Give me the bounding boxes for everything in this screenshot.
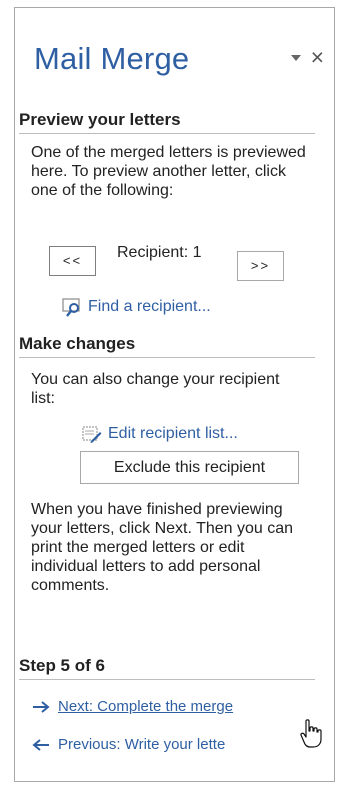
find-recipient-icon	[62, 298, 80, 317]
arrow-right-icon	[33, 700, 50, 713]
pane-title: Mail Merge	[34, 41, 190, 76]
edit-list-icon	[82, 426, 102, 443]
hand-cursor-icon	[300, 719, 322, 748]
pane-controls: ×	[289, 46, 324, 69]
step-heading: Step 5 of 6	[19, 656, 315, 680]
arrow-left-icon	[32, 738, 49, 751]
changes-description: You can also change your recipient list:	[31, 371, 280, 407]
close-icon[interactable]: ×	[311, 46, 324, 69]
next-step-label: Next: Complete the merge	[58, 698, 234, 715]
finish-instructions: When you have finished previewing your l…	[31, 501, 294, 594]
preview-description: One of the merged letters is previewed h…	[31, 144, 306, 199]
previous-recipient-button[interactable]: <<	[49, 246, 96, 276]
previous-step-link[interactable]: Previous: Write your lette	[32, 736, 225, 753]
previous-step-label: Previous: Write your lette	[58, 736, 226, 753]
edit-recipient-list-label: Edit recipient list...	[108, 425, 238, 442]
next-recipient-button[interactable]: >>	[237, 251, 284, 281]
recipient-label: Recipient: 1	[117, 244, 202, 261]
find-recipient-link[interactable]: Find a recipient...	[62, 297, 211, 317]
next-step-link[interactable]: Next: Complete the merge	[32, 698, 233, 715]
find-recipient-label: Find a recipient...	[88, 298, 211, 315]
triangle-down-icon[interactable]	[289, 51, 303, 65]
edit-recipient-list-link[interactable]: Edit recipient list...	[82, 424, 238, 444]
changes-heading: Make changes	[19, 334, 315, 358]
exclude-recipient-button[interactable]: Exclude this recipient	[80, 451, 299, 484]
preview-heading: Preview your letters	[19, 110, 315, 134]
